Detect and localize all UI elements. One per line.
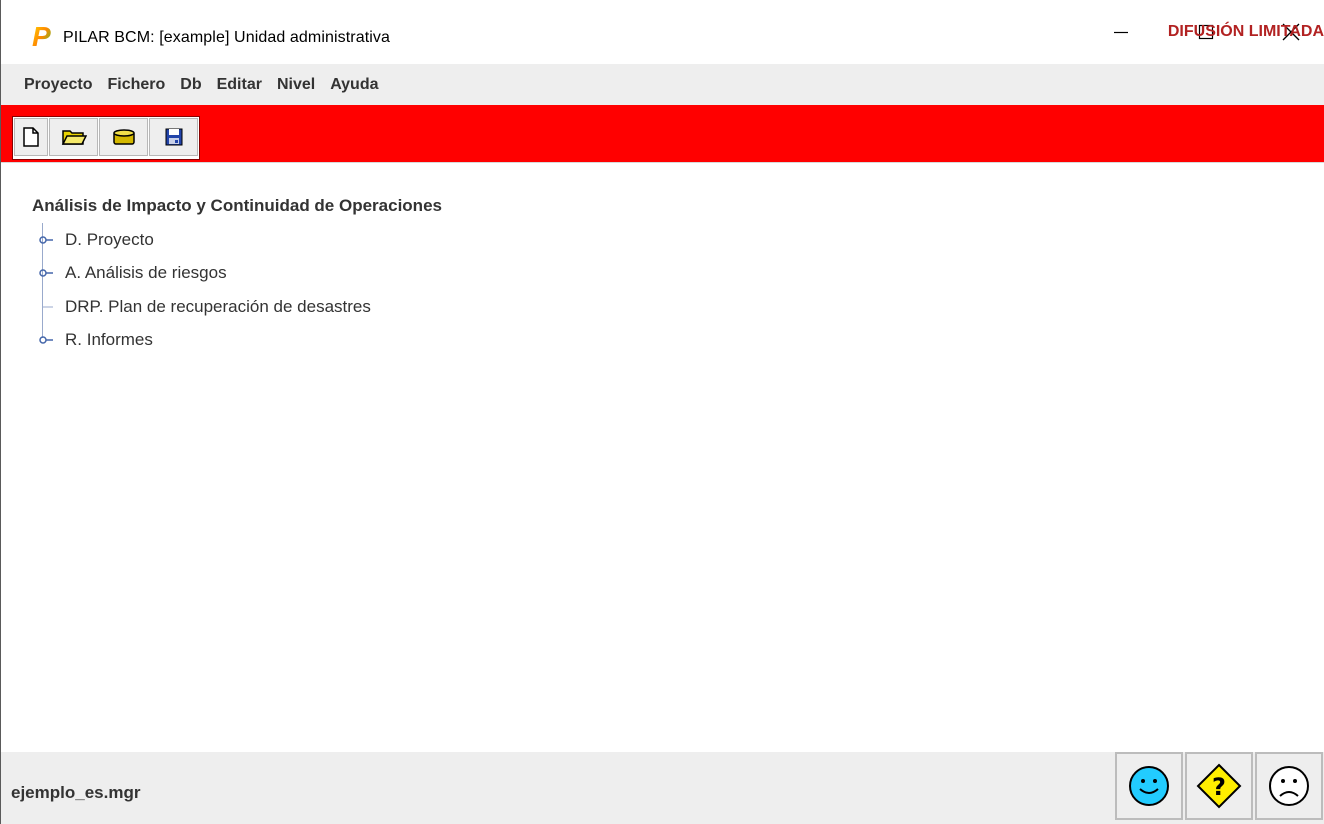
open-project-button[interactable] [49, 118, 98, 156]
tree-node-drp[interactable]: DRP. Plan de recuperación de desastres [39, 296, 371, 318]
happy-button[interactable] [1115, 752, 1183, 820]
pilar-logo-icon: P [32, 22, 51, 50]
menu-fichero[interactable]: Fichero [107, 74, 165, 96]
toolbar-button-group [12, 116, 200, 160]
minimize-button[interactable] [1098, 0, 1144, 64]
question-sign-icon: ? [1196, 763, 1242, 809]
menu-nivel[interactable]: Nivel [277, 74, 315, 96]
database-icon [112, 129, 135, 145]
tree-node-proyecto[interactable]: D. Proyecto [39, 229, 154, 251]
question-button[interactable]: ? [1185, 752, 1253, 820]
expand-handle-icon[interactable] [39, 229, 65, 251]
happy-face-icon [1129, 766, 1169, 806]
project-tree: Análisis de Impacto y Continuidad de Ope… [1, 162, 1324, 753]
menu-ayuda[interactable]: Ayuda [330, 74, 378, 96]
expand-handle-icon[interactable] [39, 262, 65, 284]
tree-node-label: A. Análisis de riesgos [65, 263, 227, 282]
sad-button[interactable] [1255, 752, 1323, 820]
status-filename: ejemplo_es.mgr [11, 783, 141, 802]
tree-node-informes[interactable]: R. Informes [39, 329, 153, 351]
new-project-button[interactable] [14, 118, 48, 156]
toolbar [1, 105, 1324, 162]
save-project-button[interactable] [149, 118, 198, 156]
menu-bar: Proyecto Fichero Db Editar Nivel Ayuda [1, 64, 1324, 105]
menu-editar[interactable]: Editar [217, 74, 262, 96]
save-icon [165, 128, 182, 146]
minimize-icon [1114, 31, 1128, 34]
status-button-group: ? [1115, 752, 1323, 824]
open-folder-icon [61, 130, 87, 145]
status-bar: ejemplo_es.mgr ? [1, 752, 1324, 824]
app-window: P PILAR BCM: [example] Unidad administra… [0, 0, 1324, 824]
svg-text:?: ? [1212, 773, 1226, 801]
tree-node-label: R. Informes [65, 330, 153, 349]
new-document-icon [23, 127, 39, 147]
menu-db[interactable]: Db [180, 74, 201, 96]
menu-proyecto[interactable]: Proyecto [24, 74, 92, 96]
svg-text:P: P [32, 22, 51, 50]
tree-node-label: D. Proyecto [65, 230, 154, 249]
tree-node-analisis-riesgos[interactable]: A. Análisis de riesgos [39, 262, 227, 284]
window-title: PILAR BCM: [example] Unidad administrati… [63, 29, 390, 46]
tree-node-label: DRP. Plan de recuperación de desastres [65, 297, 371, 316]
tree-root[interactable]: Análisis de Impacto y Continuidad de Ope… [32, 196, 442, 216]
classification-label: DIFUSIÓN LIMITADA [1167, 23, 1324, 40]
sad-face-icon [1269, 766, 1309, 806]
leaf-connector-icon [39, 296, 65, 318]
expand-handle-icon[interactable] [39, 329, 65, 351]
title-bar[interactable]: P PILAR BCM: [example] Unidad administra… [1, 0, 1324, 64]
database-button[interactable] [99, 118, 148, 156]
